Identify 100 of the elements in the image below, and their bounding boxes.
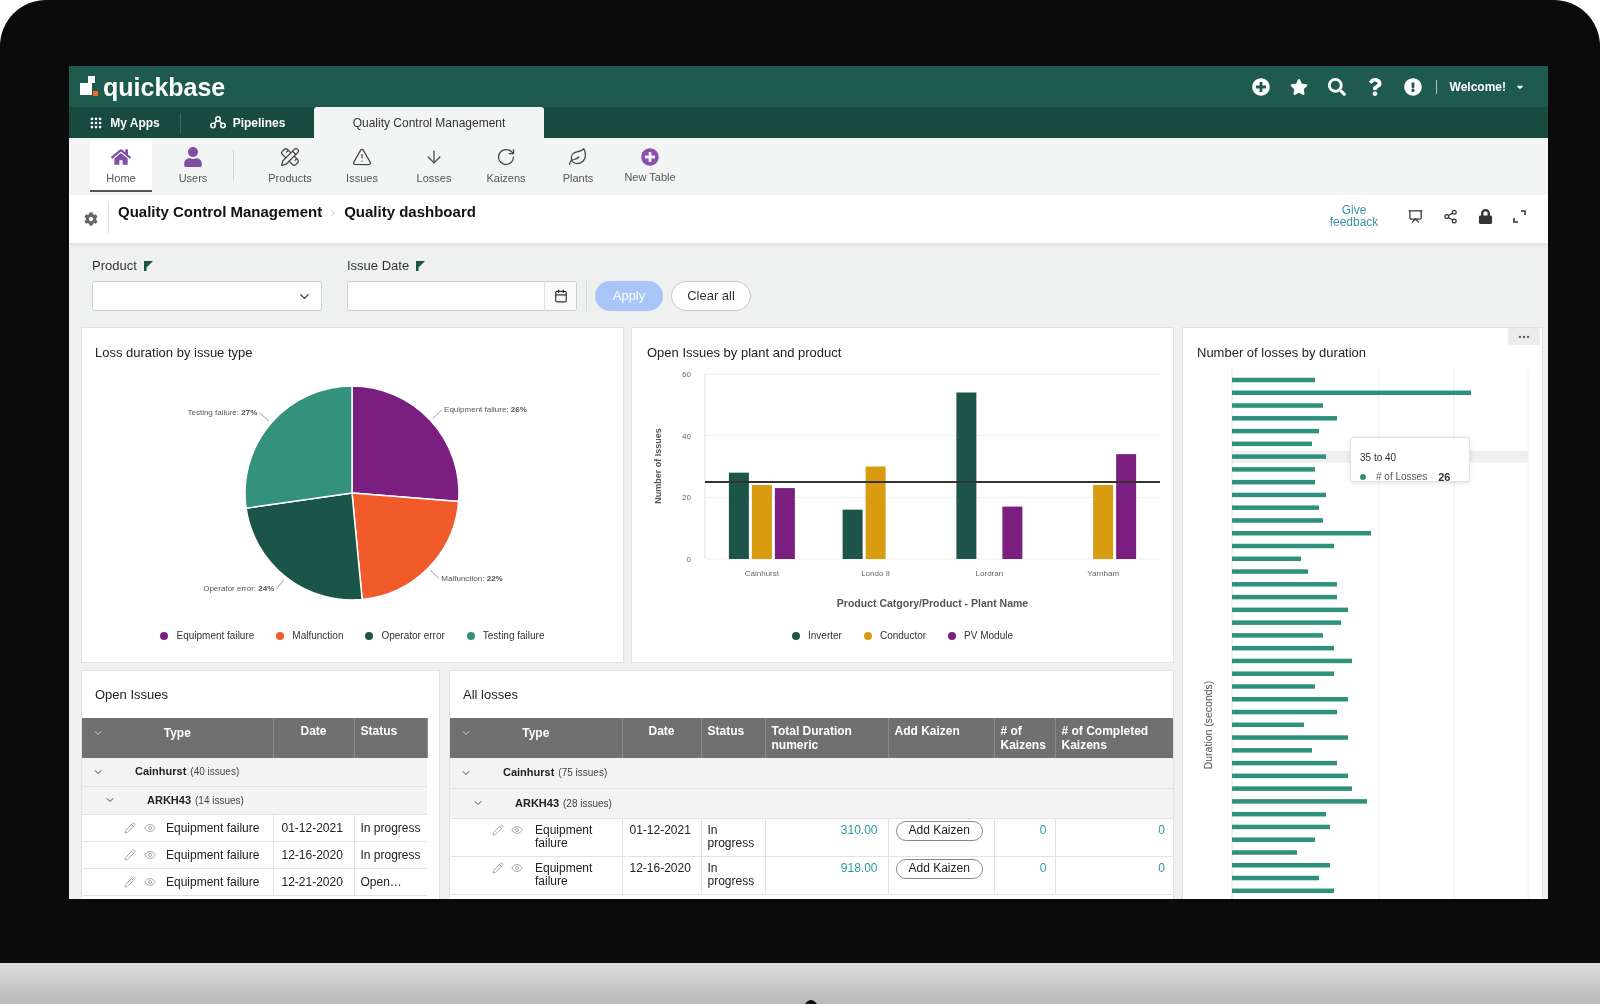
data-label: Malfunction: 22%: [441, 573, 503, 584]
y-axis-title: Number of Issues: [653, 428, 663, 504]
count-value: 0: [1158, 822, 1165, 837]
nodes-icon: [209, 116, 226, 129]
pencil-icon[interactable]: [492, 823, 504, 836]
eye-icon[interactable]: [511, 861, 523, 874]
count-value: 0: [1158, 860, 1165, 875]
alert-icon[interactable]: [1403, 77, 1422, 96]
grid-icon: [89, 115, 104, 130]
card-title: Open Issues: [95, 686, 168, 703]
column-header: Total Duration numeric: [771, 724, 852, 752]
column-header: Date: [648, 724, 675, 738]
legend-label: Operator error: [381, 630, 445, 642]
share-icon[interactable]: [1443, 208, 1458, 224]
page-title: Quality dashboard: [344, 203, 476, 221]
toolbar-item[interactable]: New Table: [619, 140, 681, 192]
pencil-icon[interactable]: [124, 848, 136, 861]
date-text: 12-16-2020: [629, 860, 691, 875]
search-icon[interactable]: [1327, 77, 1346, 96]
bar: [774, 488, 795, 559]
tab[interactable]: Pipelines: [181, 107, 314, 138]
eye-icon[interactable]: [511, 823, 523, 836]
group-count: (14 issues): [195, 793, 244, 807]
column-header: Status: [360, 724, 398, 738]
chart-title: Number of losses by duration: [1197, 345, 1367, 360]
welcome-menu[interactable]: Welcome!: [1449, 77, 1525, 96]
user-icon: [184, 146, 202, 167]
group-row[interactable]: ARKH43 (14 issues): [82, 786, 427, 814]
group-row[interactable]: ARKH43 (28 issues): [450, 788, 1173, 818]
eye-icon[interactable]: [144, 821, 156, 834]
tooltip-value: 26: [1438, 471, 1451, 483]
toolbar-item[interactable]: Plants: [547, 140, 609, 192]
filter-label: Product: [92, 258, 137, 274]
duration-bar: [1232, 850, 1297, 855]
status-text: In progress: [707, 822, 755, 850]
calendar-icon: [553, 289, 568, 303]
data-label: Equipment failure: 26%: [444, 405, 527, 416]
breadcrumb-link[interactable]: Quality Control Management: [118, 203, 323, 221]
status-text: In progress: [360, 847, 421, 862]
clear-button[interactable]: Clear all: [671, 281, 751, 311]
home-icon: [111, 146, 131, 167]
group-label: ARKH43: [515, 796, 559, 810]
issue-type: Equipment failure: [166, 874, 260, 889]
expand-icon[interactable]: [1513, 209, 1526, 223]
duration-bar: [1232, 722, 1304, 728]
legend-label: Testing failure: [482, 630, 545, 642]
toolbar-item[interactable]: Users: [162, 140, 224, 192]
add-icon[interactable]: [1251, 77, 1270, 96]
calendar-button[interactable]: [544, 282, 576, 310]
toolbar-item[interactable]: Losses: [403, 140, 465, 192]
y-tick-label: 20: [682, 493, 691, 503]
eye-icon[interactable]: [144, 848, 156, 861]
feedback-link[interactable]: Give feedback: [1326, 204, 1382, 228]
card-title: All losses: [463, 686, 518, 703]
x-axis-label: Lordran: [975, 569, 1004, 578]
toolbar-item[interactable]: Products: [259, 140, 321, 192]
presentation-icon[interactable]: [1408, 208, 1423, 224]
legend-label: PV Module: [964, 630, 1013, 642]
column-header: Status: [707, 724, 745, 738]
toolbar-item[interactable]: Home: [90, 140, 152, 192]
count-value: 0: [1039, 860, 1047, 875]
y-tick-label: 0: [686, 555, 691, 564]
group-row[interactable]: Cainhurst (75 issues): [450, 758, 1173, 788]
tab[interactable]: Quality Control Management: [314, 107, 544, 138]
group-label: Cainhurst: [503, 766, 555, 780]
legend-label: Conductor: [879, 630, 927, 642]
dropdown-field[interactable]: [92, 281, 322, 311]
y-axis-title: Duration (seconds): [1202, 680, 1214, 770]
toolbar-item[interactable]: Kaizens: [475, 140, 537, 192]
y-tick-label: 60: [682, 370, 691, 379]
column-header: Date: [300, 724, 327, 738]
pencil-icon[interactable]: [492, 861, 504, 874]
duration-value: 918.00: [840, 860, 878, 875]
flag-icon: [143, 261, 153, 271]
logo-text: quickbase: [103, 71, 226, 102]
pencil-icon[interactable]: [124, 875, 136, 888]
toolbar-item[interactable]: Issues: [331, 140, 393, 192]
eye-icon[interactable]: [144, 875, 156, 888]
issue-type: Equipment failure: [535, 823, 594, 850]
more-options-button[interactable]: [1508, 328, 1540, 345]
lock-icon[interactable]: [1478, 208, 1493, 224]
tab[interactable]: My Apps: [69, 107, 180, 138]
date-text: 12-21-2020: [281, 874, 343, 889]
pencil-icon[interactable]: [124, 821, 136, 834]
column-header: Add Kaizen: [894, 724, 960, 738]
tooltip-range: 35 to 40: [1360, 452, 1397, 463]
legend-label: Equipment failure: [176, 630, 255, 642]
group-row[interactable]: Cainhurst (40 issues): [82, 758, 427, 786]
status-text: In progress: [707, 860, 755, 888]
data-label: Operator error: 24%: [203, 583, 275, 594]
data-label: Testing failure: 27%: [187, 408, 258, 419]
date-field[interactable]: [347, 281, 577, 311]
duration-bar: [1232, 556, 1301, 562]
group-count: (40 issues): [190, 765, 240, 779]
star-icon[interactable]: [1289, 77, 1308, 96]
chart-title: Open Issues by plant and product: [647, 345, 842, 360]
rotate-icon: [496, 146, 516, 167]
column-header: # of Kaizens: [1000, 724, 1046, 752]
column-header: Type: [163, 726, 191, 740]
settings-icon[interactable]: [84, 212, 98, 226]
